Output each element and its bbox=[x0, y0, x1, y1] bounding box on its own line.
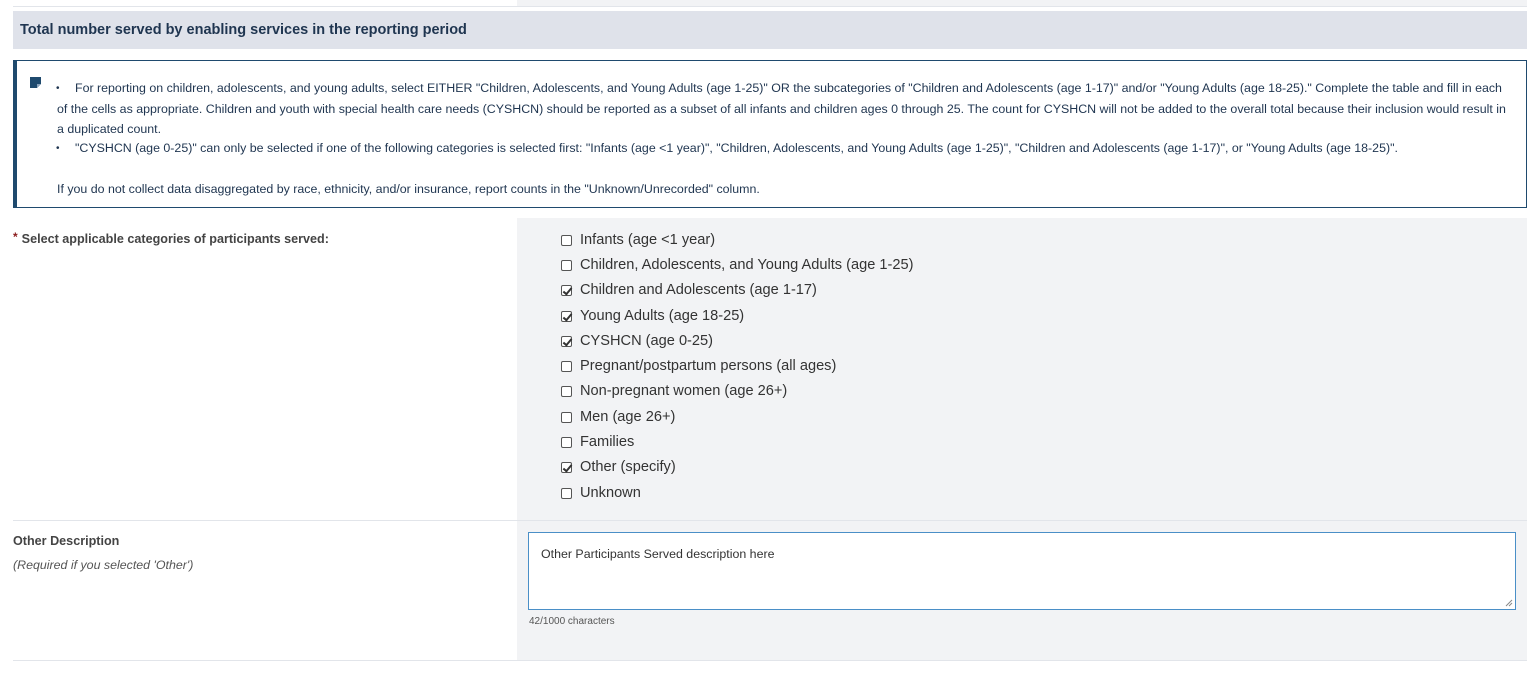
categories-row: * Select applicable categories of partici… bbox=[13, 218, 1527, 521]
section-header: Total number served by enabling services… bbox=[13, 11, 1527, 49]
checkbox-checked[interactable] bbox=[561, 335, 572, 347]
instructions-box: For reporting on children, adolescents, … bbox=[13, 60, 1527, 208]
category-option-label: Men (age 26+) bbox=[580, 408, 676, 425]
instruction-bullet: For reporting on children, adolescents, … bbox=[57, 79, 1512, 139]
other-description-hint: (Required if you selected 'Other') bbox=[13, 558, 194, 572]
category-option-label: Pregnant/postpartum persons (all ages) bbox=[580, 358, 837, 375]
category-option[interactable]: CYSHCN (age 0-25) bbox=[561, 328, 913, 353]
instruction-text: "CYSHCN (age 0-25)" can only be selected… bbox=[75, 141, 1398, 156]
instruction-bullet: "CYSHCN (age 0-25)" can only be selected… bbox=[57, 139, 1512, 160]
previous-row-edge bbox=[13, 0, 1527, 7]
category-option-label: Unknown bbox=[580, 484, 641, 501]
resize-handle-icon[interactable] bbox=[1505, 599, 1513, 607]
instruction-footer: If you do not collect data disaggregated… bbox=[57, 182, 760, 197]
instruction-text: For reporting on children, adolescents, … bbox=[57, 81, 1506, 136]
other-description-textarea[interactable]: Other Participants Served description he… bbox=[528, 532, 1516, 610]
section-title: Total number served by enabling services… bbox=[20, 22, 467, 38]
bullet-mark bbox=[57, 79, 75, 100]
instructions-content: For reporting on children, adolescents, … bbox=[57, 79, 1512, 200]
other-description-value: Other Participants Served description he… bbox=[541, 547, 775, 561]
category-option[interactable]: Young Adults (age 18-25) bbox=[561, 303, 913, 328]
category-option-label: Children, Adolescents, and Young Adults … bbox=[580, 256, 914, 273]
categories-label: * Select applicable categories of partici… bbox=[13, 230, 329, 246]
checkbox-unchecked[interactable] bbox=[561, 487, 572, 499]
category-option-label: CYSHCN (age 0-25) bbox=[580, 332, 714, 349]
category-option-label: Non-pregnant women (age 26+) bbox=[580, 383, 788, 400]
categories-label-text: Select applicable categories of particip… bbox=[21, 232, 329, 246]
checkbox-unchecked[interactable] bbox=[561, 386, 572, 398]
checkbox-unchecked[interactable] bbox=[561, 411, 572, 423]
category-option-label: Families bbox=[580, 434, 635, 451]
checkbox-checked[interactable] bbox=[561, 310, 572, 322]
category-option[interactable]: Non-pregnant women (age 26+) bbox=[561, 379, 913, 404]
category-option[interactable]: Children, Adolescents, and Young Adults … bbox=[561, 252, 913, 277]
category-option-label: Young Adults (age 18-25) bbox=[580, 307, 745, 324]
checkbox-unchecked[interactable] bbox=[561, 234, 572, 246]
category-option[interactable]: Men (age 26+) bbox=[561, 404, 913, 429]
checkbox-checked[interactable] bbox=[561, 462, 572, 474]
category-option[interactable]: Infants (age <1 year) bbox=[561, 227, 913, 252]
category-option[interactable]: Unknown bbox=[561, 480, 913, 505]
required-marker: * bbox=[13, 230, 18, 244]
category-option[interactable]: Children and Adolescents (age 1-17) bbox=[561, 278, 913, 303]
character-count: 42/1000 characters bbox=[529, 616, 615, 627]
category-option-label: Other (specify) bbox=[580, 459, 676, 476]
bullet-mark bbox=[57, 139, 75, 160]
other-description-label: Other Description bbox=[13, 534, 120, 548]
category-option-label: Children and Adolescents (age 1-17) bbox=[580, 282, 817, 299]
previous-row-value-bg bbox=[517, 0, 1527, 6]
checkbox-unchecked[interactable] bbox=[561, 259, 572, 271]
checkbox-checked[interactable] bbox=[561, 285, 572, 297]
checkbox-unchecked[interactable] bbox=[561, 437, 572, 449]
checkbox-unchecked[interactable] bbox=[561, 361, 572, 373]
category-option[interactable]: Families bbox=[561, 429, 913, 454]
categories-checkbox-list: Infants (age <1 year) Children, Adolescen… bbox=[561, 227, 913, 505]
note-icon bbox=[30, 77, 41, 88]
category-option[interactable]: Pregnant/postpartum persons (all ages) bbox=[561, 353, 913, 378]
category-option[interactable]: Other (specify) bbox=[561, 455, 913, 480]
other-description-row: Other Description (Required if you selec… bbox=[13, 521, 1527, 661]
category-option-label: Infants (age <1 year) bbox=[580, 231, 716, 248]
